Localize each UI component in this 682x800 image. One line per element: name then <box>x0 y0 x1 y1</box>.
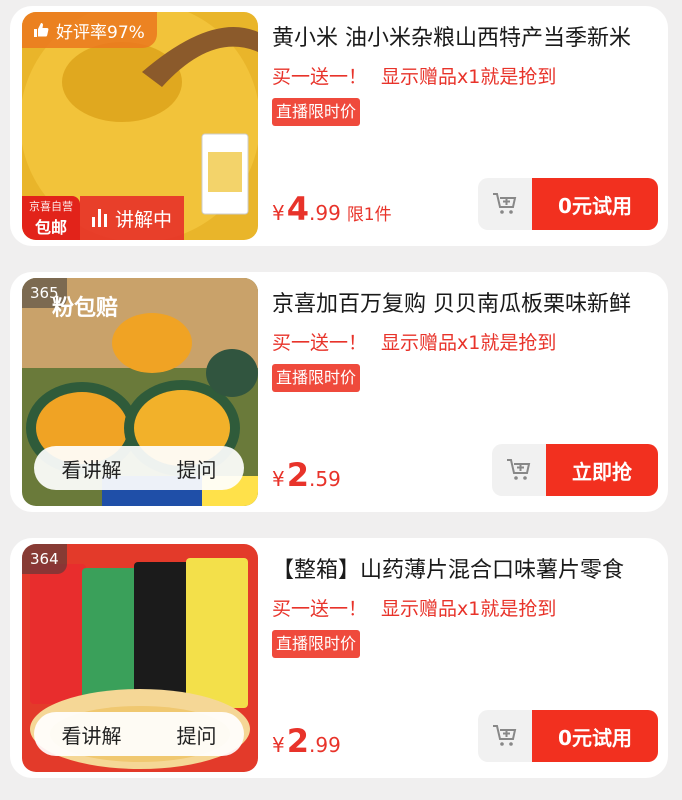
gift-detail: 显示赠品x1就是抢到 <box>381 66 557 88</box>
price-integer: 4 <box>286 190 309 228</box>
price-currency: ¥ <box>272 467 285 491</box>
store-tag-bottom: 包邮 <box>34 218 67 237</box>
price: ¥ 2 .59 <box>272 456 341 494</box>
gift-promo: 买一送一！ 显示赠品x1就是抢到 <box>272 594 556 621</box>
price-currency: ¥ <box>272 733 285 757</box>
buy-now-button[interactable]: 立即抢 <box>546 444 658 496</box>
add-to-cart-icon <box>493 725 517 746</box>
buy-button-group: 0元试用 <box>478 710 658 762</box>
watch-explain-button[interactable]: 看讲解 <box>62 720 122 749</box>
gift-text: 买一送一！ <box>272 332 368 354</box>
trial-button[interactable]: 0元试用 <box>532 178 658 230</box>
ask-question-button[interactable]: 提问 <box>177 720 217 749</box>
explain-pill: 看讲解 提问 <box>34 446 244 490</box>
rating-badge: 好评率97% <box>22 12 157 48</box>
price-currency: ¥ <box>272 201 285 225</box>
watch-explain-button[interactable]: 看讲解 <box>62 454 122 483</box>
product-image[interactable]: 365 粉包赔 看讲解 提问 <box>22 278 258 506</box>
ask-question-button[interactable]: 提问 <box>177 454 217 483</box>
live-price-tag: 直播限时价 <box>272 364 361 392</box>
live-status: 讲解中 <box>80 196 185 240</box>
buy-button-group: 立即抢 <box>492 444 658 496</box>
add-to-cart-icon <box>493 193 517 214</box>
store-tag: 京喜自营 包邮 <box>22 196 80 240</box>
product-card[interactable]: 好评率97% 京喜自营 包邮 讲解中 黄小米 油小米杂粮山西特产当季新米 买一送… <box>10 6 668 246</box>
live-price-tag: 直播限时价 <box>272 630 361 658</box>
purchase-limit: 限1件 <box>346 205 392 225</box>
product-card[interactable]: 365 粉包赔 看讲解 提问 京喜加百万复购 贝贝南瓜板栗味新鲜 买一送一！ 显… <box>10 272 668 512</box>
gift-text: 买一送一！ <box>272 598 368 620</box>
add-to-cart-button[interactable] <box>478 710 532 762</box>
add-to-cart-icon <box>507 459 531 480</box>
add-to-cart-button[interactable] <box>478 178 532 230</box>
buy-button-group: 0元试用 <box>478 178 658 230</box>
price-decimal: .59 <box>309 467 341 491</box>
rating-text: 好评率97% <box>56 22 145 43</box>
product-card[interactable]: 364 看讲解 提问 【整箱】山药薄片混合口味薯片零食 买一送一！ 显示赠品x1… <box>10 538 668 778</box>
gift-text: 买一送一！ <box>272 66 368 88</box>
price-integer: 2 <box>286 722 309 760</box>
banner-text: 粉包赔 <box>52 296 119 321</box>
product-image[interactable]: 364 看讲解 提问 <box>22 544 258 772</box>
product-title[interactable]: 黄小米 油小米杂粮山西特产当季新米 <box>272 20 656 52</box>
price-decimal: .99 <box>309 733 341 757</box>
price: ¥ 4 .99 限1件 <box>272 190 392 228</box>
live-bars-icon <box>92 209 107 227</box>
price-integer: 2 <box>286 456 309 494</box>
product-title[interactable]: 京喜加百万复购 贝贝南瓜板栗味新鲜 <box>272 286 656 318</box>
store-tag-top: 京喜自营 <box>29 200 73 213</box>
rank-badge: 364 <box>22 544 67 574</box>
product-image[interactable]: 好评率97% 京喜自营 包邮 讲解中 <box>22 12 258 240</box>
thumbs-up-icon <box>34 23 49 37</box>
add-to-cart-button[interactable] <box>492 444 546 496</box>
gift-detail: 显示赠品x1就是抢到 <box>381 332 557 354</box>
gift-promo: 买一送一！ 显示赠品x1就是抢到 <box>272 62 556 89</box>
explain-pill: 看讲解 提问 <box>34 712 244 756</box>
price: ¥ 2 .99 <box>272 722 341 760</box>
gift-detail: 显示赠品x1就是抢到 <box>381 598 557 620</box>
gift-promo: 买一送一！ 显示赠品x1就是抢到 <box>272 328 556 355</box>
product-title[interactable]: 【整箱】山药薄片混合口味薯片零食 <box>272 552 656 584</box>
price-decimal: .99 <box>309 201 341 225</box>
live-label: 讲解中 <box>115 208 173 231</box>
promo-strip: 京喜自营 包邮 讲解中 <box>22 196 258 240</box>
trial-button[interactable]: 0元试用 <box>532 710 658 762</box>
live-price-tag: 直播限时价 <box>272 98 361 126</box>
